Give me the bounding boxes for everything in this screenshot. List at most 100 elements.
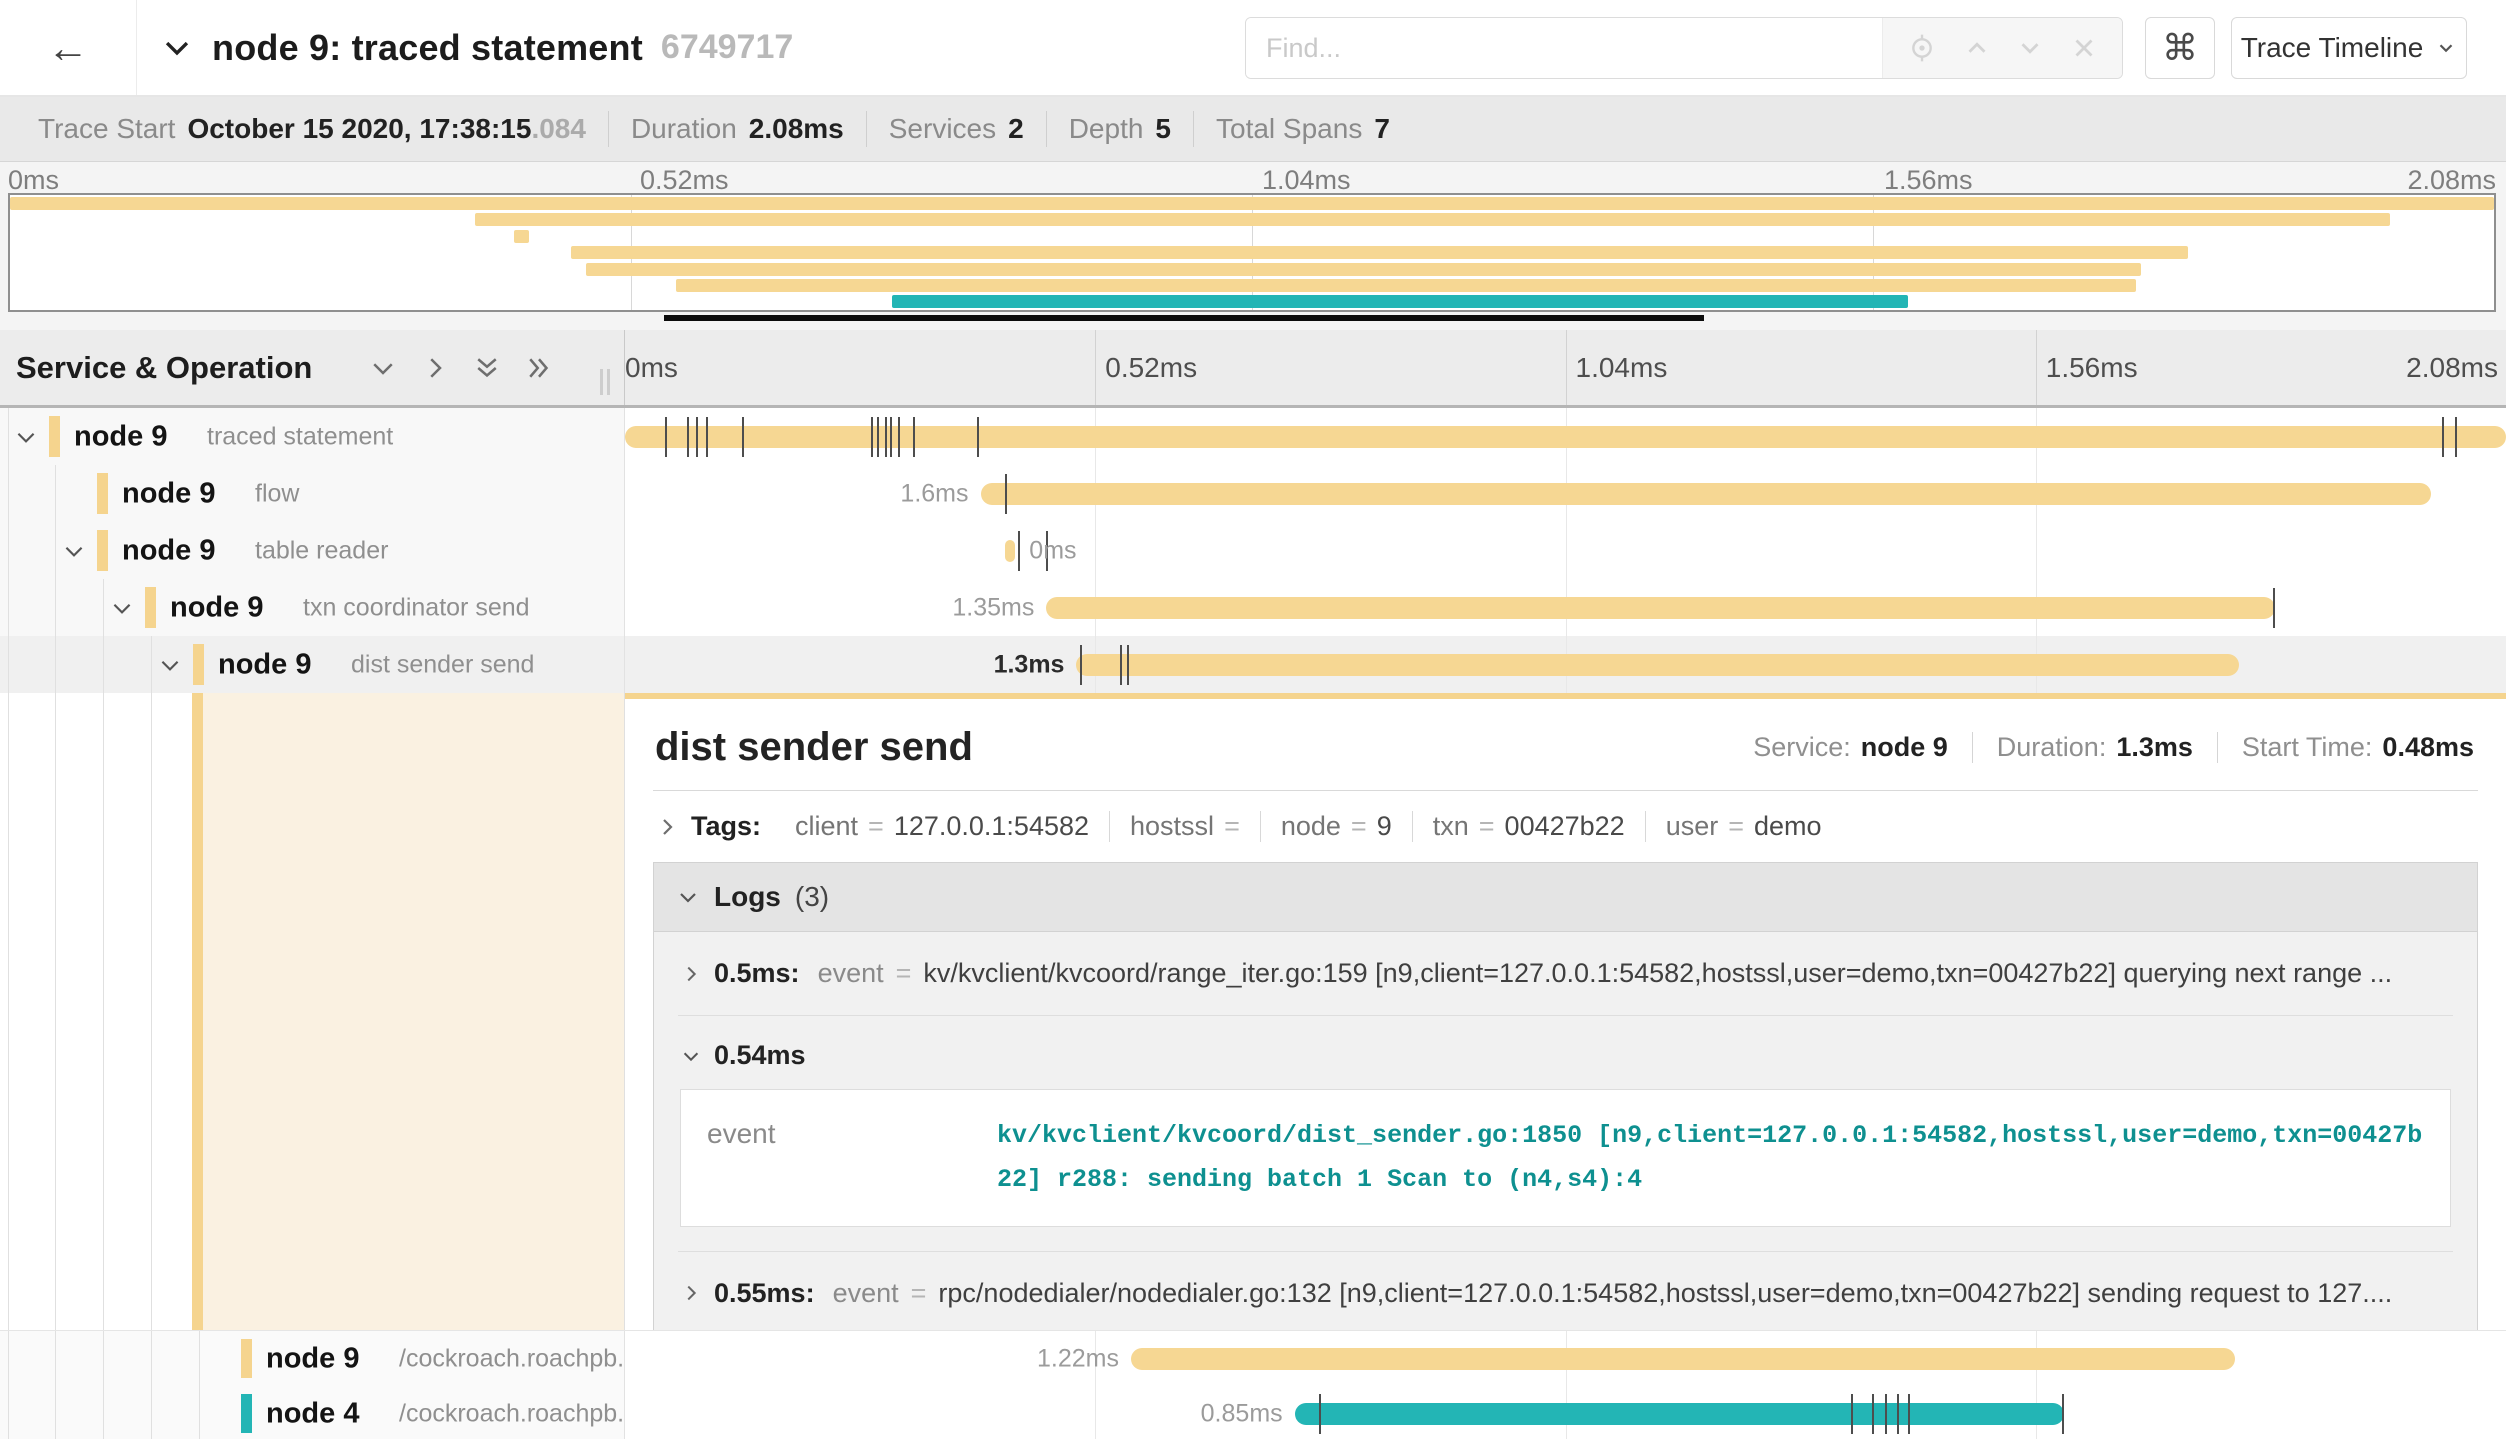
span-row-timeline-cell[interactable] (625, 408, 2506, 465)
panel-resizer-handle[interactable] (600, 369, 610, 395)
span-row-name-cell[interactable]: node 4/cockroach.roachpb.l... (0, 1386, 625, 1439)
span-duration-label: Duration: (1997, 732, 2107, 763)
log-tick (1018, 531, 1020, 571)
span-row-timeline-cell[interactable]: 1.6ms (625, 465, 2506, 522)
selected-span-highlight (192, 693, 624, 1330)
equals-sign: = (896, 958, 912, 989)
span-row-timeline-cell[interactable]: 1.22ms (625, 1331, 2506, 1386)
chevron-right-icon (655, 815, 679, 839)
indent-guide (8, 636, 9, 693)
span-bar[interactable] (1076, 654, 2238, 676)
indent-guide (55, 522, 56, 579)
back-button[interactable]: ← (0, 0, 137, 95)
equals-sign: = (1479, 811, 1495, 842)
log-timestamp: 0.5ms: (714, 958, 800, 989)
tag-item: user=demo (1646, 811, 1842, 842)
expand-all-double-chevron-right-icon[interactable] (524, 353, 554, 383)
indent-guide (8, 579, 9, 636)
equals-sign: = (911, 1278, 927, 1309)
prev-result-chevron-up-icon[interactable] (1962, 33, 1992, 63)
span-bar[interactable] (1295, 1403, 2064, 1425)
next-result-chevron-down-icon[interactable] (2015, 33, 2045, 63)
span-row[interactable]: node 9txn coordinator send1.35ms (0, 579, 2506, 636)
span-row-name-cell[interactable]: node 9flow (0, 465, 625, 522)
clear-search-close-icon[interactable] (2069, 33, 2099, 63)
span-row-timeline-cell[interactable]: 0ms (625, 522, 2506, 579)
axis-tick-label: 1.56ms (1884, 165, 1973, 196)
locate-icon[interactable] (1906, 32, 1938, 64)
service-color-chip (241, 1394, 252, 1433)
span-row[interactable]: node 9/cockroach.roachpb.l...1.22ms (0, 1331, 2506, 1386)
log-tick (2273, 588, 2275, 628)
indent-guide (151, 1331, 152, 1386)
axis-tick-label: 2.08ms (2407, 165, 2496, 196)
span-bar[interactable] (981, 483, 2431, 505)
span-row-name-cell[interactable]: node 9/cockroach.roachpb.l... (0, 1331, 625, 1386)
indent-guide (103, 1386, 104, 1439)
indent-guide (103, 579, 104, 636)
log-tick (913, 417, 915, 457)
span-detail-card: dist sender send Service:node 9 Duration… (625, 693, 2506, 1330)
span-row[interactable]: node 9traced statement (0, 408, 2506, 465)
span-row-name-cell[interactable]: node 9dist sender send (0, 636, 625, 693)
expand-one-chevron-right-icon[interactable] (420, 353, 450, 383)
service-color-chip (97, 473, 108, 514)
log-entry[interactable]: 0.5ms: event = kv/kvclient/kvcoord/range… (678, 932, 2453, 1016)
span-row-timeline-cell[interactable]: 0.85ms (625, 1386, 2506, 1439)
span-row-timeline-cell[interactable]: 1.35ms (625, 579, 2506, 636)
trace-title-group: node 9: traced statement 6749717 (160, 0, 793, 95)
keyboard-shortcuts-button[interactable]: ⌘ (2145, 17, 2215, 79)
timeline-grid-header: Service & Operation 0ms0.52ms1.04ms1.56m… (0, 330, 2506, 408)
tag-value: 00427b22 (1505, 811, 1625, 842)
span-meta: Service:node 9 Duration:1.3ms Start Time… (1729, 732, 2476, 763)
span-bar[interactable] (625, 426, 2506, 448)
logs-toggle[interactable]: Logs (3) (654, 863, 2477, 932)
chevron-right-icon (680, 1282, 702, 1304)
operation-name: txn coordinator send (303, 593, 530, 622)
service-name: node 4 (266, 1397, 359, 1430)
log-entry-expanded: 0.54ms event kv/kvclient/kvcoord/dist_se… (678, 1016, 2453, 1252)
span-row[interactable]: node 4/cockroach.roachpb.l...0.85ms (0, 1386, 2506, 1439)
service-operation-title: Service & Operation (16, 350, 312, 386)
view-selector-button[interactable]: Trace Timeline (2231, 17, 2467, 79)
span-start-label: Start Time: (2242, 732, 2373, 763)
chevron-down-icon[interactable] (157, 652, 183, 678)
span-row-name-cell[interactable]: node 9table reader (0, 522, 625, 579)
tag-key: hostssl (1130, 811, 1214, 842)
service-color-chip (49, 416, 60, 457)
span-bar[interactable] (1046, 597, 2274, 619)
span-row-name-cell[interactable]: node 9txn coordinator send (0, 579, 625, 636)
search-input[interactable] (1246, 18, 1882, 78)
span-row-timeline-cell[interactable]: 1.3ms (625, 636, 2506, 693)
collapse-one-chevron-down-icon[interactable] (368, 353, 398, 383)
log-tick (1120, 645, 1122, 685)
log-entry-toggle[interactable]: 0.54ms (680, 1034, 2451, 1089)
trace-start: Trace Start October 15 2020, 17:38:15 .0… (16, 111, 609, 147)
span-row[interactable]: node 9table reader0ms (0, 522, 2506, 579)
logs-panel: Logs (3) 0.5ms: event = kv/kvclient/kvco… (653, 862, 2478, 1330)
chevron-down-icon[interactable] (61, 538, 87, 564)
trace-depth: Depth 5 (1047, 111, 1194, 147)
log-tick (696, 417, 698, 457)
span-bar[interactable] (1131, 1348, 2235, 1370)
collapse-all-double-chevron-down-icon[interactable] (472, 353, 502, 383)
log-tick (1885, 1394, 1887, 1434)
log-entry[interactable]: 0.55ms: event = rpc/nodedialer/nodediale… (678, 1252, 2453, 1331)
service-color-chip (145, 587, 156, 628)
tags-toggle[interactable]: Tags: client=127.0.0.1:54582hostssl=node… (653, 791, 2478, 862)
log-tick (2062, 1394, 2064, 1434)
chevron-down-icon[interactable] (109, 595, 135, 621)
horizontal-scrollbar[interactable] (664, 315, 1704, 321)
span-bar[interactable] (1005, 540, 1015, 562)
log-tick (877, 417, 879, 457)
indent-guide (55, 1386, 56, 1439)
view-selector-label: Trace Timeline (2241, 32, 2424, 64)
collapse-trace-chevron-down-icon[interactable] (160, 31, 194, 65)
span-row-name-cell[interactable]: node 9traced statement (0, 408, 625, 465)
span-detail-title: dist sender send (655, 725, 973, 770)
minimap-viewport[interactable] (8, 193, 2496, 312)
span-row[interactable]: node 9dist sender send1.3ms (0, 636, 2506, 693)
span-row[interactable]: node 9flow1.6ms (0, 465, 2506, 522)
chevron-down-icon[interactable] (13, 424, 39, 450)
log-timestamp: 0.54ms (714, 1040, 806, 1071)
